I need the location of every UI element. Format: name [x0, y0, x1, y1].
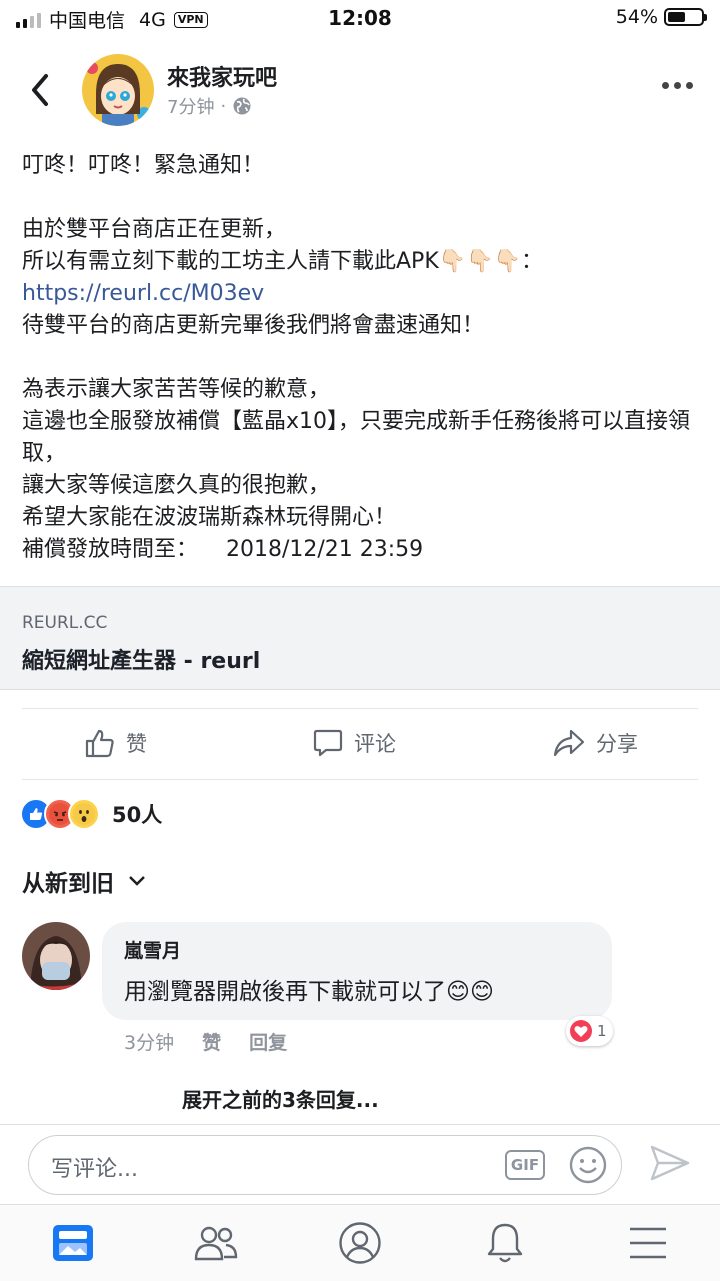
- reactions-summary[interactable]: 50人: [20, 798, 162, 830]
- share-button[interactable]: 分享: [552, 727, 638, 759]
- back-button[interactable]: [26, 72, 56, 108]
- post-line: 待雙平台的商店更新完畢後我們將會盡速通知！: [22, 313, 485, 338]
- comment-like-button[interactable]: 赞: [202, 1028, 221, 1055]
- battery-icon: [664, 8, 707, 26]
- comment-button[interactable]: 评论: [312, 727, 396, 759]
- love-icon: [570, 1020, 592, 1042]
- post-action-bar: 赞 评论 分享: [22, 708, 698, 780]
- like-button[interactable]: 赞: [84, 727, 147, 759]
- share-label: 分享: [596, 732, 638, 756]
- chevron-down-icon: [129, 876, 145, 886]
- tab-news-feed[interactable]: [49, 1219, 97, 1267]
- post-line: 由於雙平台商店正在更新，: [22, 217, 287, 242]
- commenter-avatar[interactable]: [22, 922, 90, 990]
- comment-input[interactable]: 写评论... GIF: [28, 1135, 622, 1195]
- bottom-tab-bar: [0, 1204, 720, 1281]
- page-name[interactable]: 來我家玩吧: [167, 60, 277, 92]
- post-line: 為表示讓大家苦苦等候的歉意，: [22, 377, 331, 402]
- post-line: 叮咚！叮咚！緊急通知！: [22, 153, 265, 178]
- dot-icon: [686, 82, 693, 89]
- comment-sort-dropdown[interactable]: 从新到旧: [22, 864, 146, 898]
- commenter-name[interactable]: 嵐雪月: [124, 936, 181, 963]
- pointing-down-emoji: 👇🏻👇🏻👇🏻: [438, 249, 521, 274]
- chevron-left-icon: [32, 74, 48, 106]
- post-meta: 7分钟 ·: [167, 93, 252, 119]
- status-bar: 中国电信 4G VPN 12:08 54%: [0, 0, 720, 36]
- comment-placeholder: 写评论...: [51, 1157, 138, 1182]
- link-preview-card[interactable]: REURL.CC 縮短網址產生器 - reurl: [0, 586, 720, 690]
- wow-icon: [68, 798, 100, 830]
- preview-domain: REURL.CC: [22, 613, 108, 633]
- dot-icon: [662, 82, 669, 89]
- sort-label: 从新到旧: [22, 871, 114, 897]
- tab-notifications[interactable]: [481, 1219, 529, 1267]
- menu-icon: [630, 1227, 666, 1259]
- comment-reaction-badge[interactable]: 1: [566, 1016, 613, 1046]
- smiley-icon: [569, 1146, 607, 1184]
- post-line: 希望大家能在波波瑞斯森林玩得開心！: [22, 505, 397, 530]
- thumbs-up-icon: [85, 729, 114, 758]
- post-line: 補償發放時間至： 2018/12/21 23:59: [22, 537, 424, 562]
- profile-icon: [339, 1222, 381, 1264]
- page-avatar[interactable]: [82, 54, 154, 126]
- post-text: 叮咚！叮咚！緊急通知！ 由於雙平台商店正在更新， 所以有需立刻下載的工坊主人請下…: [22, 150, 702, 566]
- like-label: 赞: [126, 732, 147, 756]
- post-line: 這邊也全服發放補償【藍晶x10】，只要完成新手任務後將可以直接領取，: [22, 409, 691, 466]
- gif-button[interactable]: GIF: [505, 1150, 545, 1180]
- battery-info: 54%: [615, 6, 707, 28]
- dot-icon: [674, 82, 681, 89]
- send-icon: [650, 1145, 690, 1181]
- comment-text: 用瀏覽器開啟後再下載就可以了😊😊: [124, 979, 494, 1005]
- friends-icon: [194, 1226, 238, 1261]
- preview-title: 縮短網址產生器 - reurl: [22, 649, 261, 674]
- comment-label: 评论: [354, 732, 396, 756]
- notifications-icon: [487, 1223, 523, 1263]
- comment-composer: 写评论... GIF: [0, 1124, 720, 1205]
- post-time[interactable]: 7分钟: [167, 93, 214, 119]
- emoji-button[interactable]: [569, 1146, 607, 1188]
- post-line: 讓大家等候這麼久真的很抱歉，: [22, 473, 331, 498]
- news-feed-icon: [53, 1225, 93, 1261]
- expand-replies-link[interactable]: 展开之前的3条回复...: [182, 1084, 379, 1113]
- globe-icon: [233, 97, 251, 115]
- smiling-face-emoji: 😊😊: [446, 979, 494, 1005]
- meta-separator: ·: [220, 95, 227, 117]
- post-line: 所以有需立刻下載的工坊主人請下載此APK👇🏻👇🏻👇🏻：: [22, 246, 702, 278]
- comment-reply-button[interactable]: 回复: [249, 1028, 287, 1055]
- comment-reaction-count: 1: [597, 1022, 607, 1040]
- share-icon: [553, 729, 585, 757]
- tab-profile[interactable]: [336, 1219, 384, 1267]
- more-options-button[interactable]: [662, 82, 693, 89]
- comment-icon: [313, 729, 343, 757]
- comment-time: 3分钟: [124, 1032, 175, 1054]
- reaction-count: 50人: [112, 803, 163, 827]
- tab-menu[interactable]: [624, 1219, 672, 1267]
- tab-friends[interactable]: [192, 1219, 240, 1267]
- comment-meta: 3分钟 赞 回复: [124, 1028, 287, 1055]
- post-link[interactable]: https://reurl.cc/M03ev: [22, 281, 264, 306]
- clock: 12:08: [328, 6, 392, 30]
- comment-bubble[interactable]: 嵐雪月 用瀏覽器開啟後再下載就可以了😊😊: [102, 922, 612, 1020]
- send-button[interactable]: [648, 1143, 692, 1187]
- battery-percent: 54%: [615, 6, 658, 28]
